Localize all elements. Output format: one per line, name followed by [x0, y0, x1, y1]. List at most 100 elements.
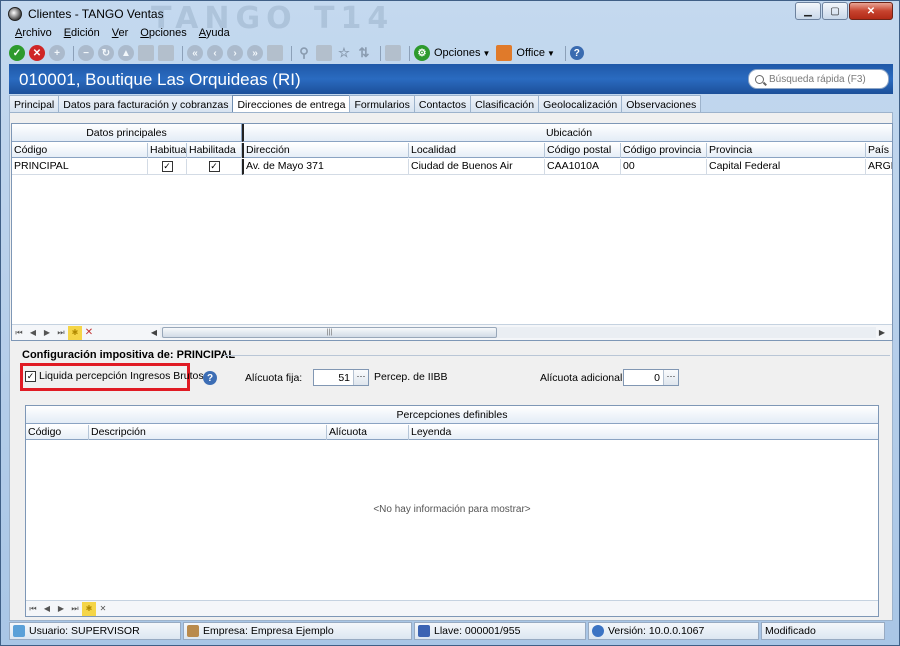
table-row[interactable]: PRINCIPAL ✓ ✓ Av. de Mayo 371 Ciudad de … — [12, 159, 892, 175]
prev-row-icon[interactable]: ◀ — [40, 602, 54, 616]
cell-direccion[interactable]: Av. de Mayo 371 — [242, 159, 409, 175]
col-leyenda[interactable]: Leyenda — [409, 425, 878, 440]
close-button[interactable]: ✕ — [849, 2, 893, 20]
filter-icon[interactable]: ⚲ — [296, 45, 312, 61]
refresh-icon[interactable]: ↻ — [98, 45, 114, 61]
ellipsis-icon[interactable]: ··· — [663, 370, 678, 385]
delete-row-icon[interactable]: ✕ — [96, 602, 110, 616]
previous-record-icon[interactable]: ‹ — [207, 45, 223, 61]
menu-ver[interactable]: Ver — [106, 27, 135, 43]
liquida-percepcion-checkbox[interactable]: ✓ Liquida percepción Ingresos Brutos — [25, 370, 204, 382]
col-habilitada[interactable]: Habilitada — [187, 143, 242, 158]
menu-opciones[interactable]: Opciones — [134, 27, 192, 43]
up-icon[interactable]: ▲ — [118, 45, 134, 61]
cancel-icon[interactable]: ✕ — [29, 45, 45, 61]
window-controls: ▁ ▢ ✕ — [794, 2, 893, 20]
tab-clasificacion[interactable]: Clasificación — [470, 95, 540, 112]
office-button[interactable]: Office ▼ — [516, 47, 554, 59]
cell-localidad[interactable]: Ciudad de Buenos Air — [409, 159, 545, 175]
next-row-icon[interactable]: ▶ — [40, 326, 54, 340]
opciones-button[interactable]: Opciones ▼ — [434, 47, 490, 59]
tab-direcciones-entrega[interactable]: Direcciones de entrega — [232, 95, 351, 113]
menu-archivo[interactable]: Archivo — [9, 27, 58, 43]
quick-search-placeholder: Búsqueda rápida (F3) — [769, 73, 866, 85]
scroll-right-icon[interactable]: ▶ — [876, 328, 888, 337]
main-window: Clientes - TANGO Ventas TANGO T14 ▁ ▢ ✕ … — [0, 0, 900, 646]
next-row-icon[interactable]: ▶ — [54, 602, 68, 616]
last-row-icon[interactable]: ⏭ — [54, 326, 68, 340]
col-codigo-postal[interactable]: Código postal — [545, 143, 621, 158]
liquida-checkbox-box[interactable]: ✓ — [25, 370, 36, 382]
cell-habitual[interactable]: ✓ — [148, 159, 187, 175]
menu-edicion[interactable]: Edición — [58, 27, 106, 43]
tab-observaciones[interactable]: Observaciones — [621, 95, 702, 112]
cell-codigo-postal[interactable]: CAA1010A — [545, 159, 621, 175]
perceptions-grid[interactable]: Percepciones definibles Código Descripci… — [25, 405, 879, 617]
col-codigo[interactable]: Código — [12, 143, 148, 158]
percep-iibb-label: Percep. de IIBB — [374, 371, 448, 383]
help-icon[interactable]: ? — [569, 46, 584, 60]
maximize-button[interactable]: ▢ — [822, 2, 848, 20]
status-empresa: Empresa: Empresa Ejemplo — [183, 622, 412, 640]
add-icon[interactable]: + — [49, 45, 65, 61]
col-alicuota[interactable]: Alícuota — [327, 425, 409, 440]
scrollbar-thumb[interactable]: ||| — [162, 327, 497, 338]
new-row-icon[interactable]: ✱ — [82, 601, 96, 616]
status-empresa-text: Empresa: Empresa Ejemplo — [203, 625, 334, 637]
habitual-checkbox[interactable]: ✓ — [161, 161, 173, 172]
col-habitual[interactable]: Habitual — [148, 143, 187, 158]
scroll-left-icon[interactable]: ◀ — [148, 328, 160, 337]
addresses-grid[interactable]: Datos principales Ubicación Código Habit… — [11, 123, 893, 341]
save-icon[interactable] — [158, 45, 174, 61]
col-codigo[interactable]: Código — [26, 425, 89, 440]
last-record-icon[interactable]: » — [247, 45, 263, 61]
col-pais[interactable]: País — [866, 143, 892, 158]
cell-pais[interactable]: ARGEN — [866, 159, 892, 175]
prev-row-icon[interactable]: ◀ — [26, 326, 40, 340]
col-provincia[interactable]: Provincia — [707, 143, 866, 158]
first-row-icon[interactable]: ⏮ — [26, 602, 40, 616]
title-bar[interactable]: Clientes - TANGO Ventas TANGO T14 ▁ ▢ ✕ — [1, 1, 899, 36]
first-row-icon[interactable]: ⏮ — [12, 326, 26, 340]
accept-icon[interactable]: ✓ — [9, 45, 25, 61]
favorite-icon[interactable]: ☆ — [336, 45, 352, 61]
cell-provincia[interactable]: Capital Federal — [707, 159, 866, 175]
status-bar: Usuario: SUPERVISOR Empresa: Empresa Eje… — [9, 622, 893, 640]
goto-icon[interactable] — [267, 45, 283, 61]
ellipsis-icon[interactable]: ··· — [353, 370, 368, 385]
copy-icon[interactable] — [138, 45, 154, 61]
first-record-icon[interactable]: « — [187, 45, 203, 61]
delete-icon[interactable]: − — [78, 45, 94, 61]
view-icon[interactable] — [316, 45, 332, 61]
tab-geolocalizacion[interactable]: Geolocalización — [538, 95, 623, 112]
menu-ayuda[interactable]: Ayuda — [193, 27, 236, 43]
last-row-icon[interactable]: ⏭ — [68, 602, 82, 616]
col-direccion[interactable]: Dirección — [242, 143, 409, 158]
scrollbar-track[interactable]: ||| — [160, 327, 876, 338]
tab-principal[interactable]: Principal — [9, 95, 60, 112]
help-icon[interactable]: ? — [203, 371, 217, 385]
alicuota-adicional-field[interactable]: 0 ··· — [623, 369, 679, 386]
cell-codigo-provincia[interactable]: 00 — [621, 159, 707, 175]
cell-habilitada[interactable]: ✓ — [187, 159, 242, 175]
col-descripcion[interactable]: Descripción — [89, 425, 327, 440]
print-icon[interactable] — [385, 45, 401, 61]
tab-facturacion[interactable]: Datos para facturación y cobranzas — [58, 95, 234, 112]
next-record-icon[interactable]: › — [227, 45, 243, 61]
alicuota-adicional-value: 0 — [654, 371, 660, 384]
tab-formularios[interactable]: Formularios — [349, 95, 415, 112]
col-codigo-provincia[interactable]: Código provincia — [621, 143, 707, 158]
new-row-icon[interactable]: ✱ — [68, 325, 82, 340]
delete-row-icon[interactable]: ✕ — [82, 326, 96, 340]
col-localidad[interactable]: Localidad — [409, 143, 545, 158]
minimize-button[interactable]: ▁ — [795, 2, 821, 20]
cell-codigo[interactable]: PRINCIPAL — [12, 159, 148, 175]
horizontal-scrollbar[interactable]: ◀ ||| ▶ — [148, 326, 888, 339]
tab-contactos[interactable]: Contactos — [413, 95, 472, 112]
toolbar: ✓ ✕ + − ↻ ▲ « ‹ › » ⚲ ☆ ⇅ ⚙ Opciones ▼ Of… — [9, 44, 893, 62]
quick-search-input[interactable]: Búsqueda rápida (F3) — [748, 69, 889, 89]
search-icon — [755, 74, 764, 84]
habilitada-checkbox[interactable]: ✓ — [208, 161, 220, 172]
sort-icon[interactable]: ⇅ — [356, 45, 372, 61]
alicuota-fija-field[interactable]: 51 ··· — [313, 369, 369, 386]
